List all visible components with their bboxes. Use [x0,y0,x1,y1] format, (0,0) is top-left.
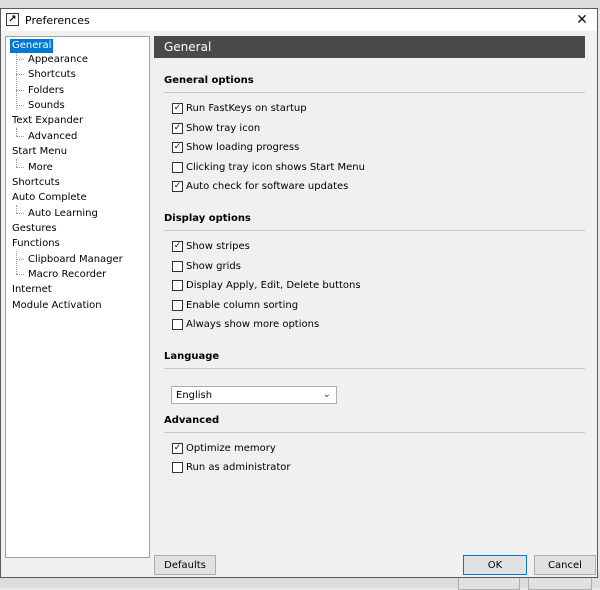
cancel-button[interactable]: Cancel [534,555,596,575]
checkbox[interactable] [172,461,183,473]
tree-item-advanced[interactable]: Advanced [26,130,79,144]
preferences-dialog: ↗ Preferences ✕ General Appearance Short… [0,8,598,578]
option-label: Display Apply, Edit, Delete buttons [186,279,361,291]
title-bar: ↗ Preferences ✕ [1,9,597,31]
tree-connector [16,251,17,274]
option-enable-column-sorting[interactable]: Enable column sorting [172,298,298,312]
section-title-display-options: Display options [164,213,251,224]
section-title-advanced: Advanced [164,415,220,426]
option-label: Show tray icon [186,122,261,134]
chevron-down-icon: ⌄ [322,389,331,400]
checkbox[interactable]: ✓ [172,122,183,134]
app-arrow-icon: ↗ [6,13,19,26]
option-show-stripes[interactable]: ✓ Show stripes [172,239,250,253]
tree-item-module-activation[interactable]: Module Activation [10,299,104,313]
section-divider [164,432,585,433]
checkbox[interactable] [172,161,183,173]
tree-connector [16,128,17,136]
tree-item-clipboard-manager[interactable]: Clipboard Manager [26,253,125,267]
page-title: General [154,36,585,58]
option-label: Optimize memory [186,442,276,454]
option-label: Run as administrator [186,461,291,473]
tree-item-folders[interactable]: Folders [26,84,66,98]
tree-item-functions[interactable]: Functions [10,237,62,251]
tree-connector [16,159,17,167]
tree-connector [16,167,24,168]
checkbox[interactable]: ✓ [172,102,183,114]
option-tray-click-start-menu[interactable]: Clicking tray icon shows Start Menu [172,160,365,174]
option-label: Show loading progress [186,141,300,153]
option-show-tray-icon[interactable]: ✓ Show tray icon [172,121,260,135]
tree-connector [16,59,24,60]
window-title: Preferences [25,14,90,27]
option-label: Clicking tray icon shows Start Menu [186,161,365,173]
tree-connector [16,74,24,75]
tree-item-text-expander[interactable]: Text Expander [10,114,85,128]
section-divider [164,92,585,93]
option-optimize-memory[interactable]: ✓ Optimize memory [172,441,276,455]
option-label: Auto check for software updates [186,180,349,192]
tree-connector [16,205,17,213]
checkbox[interactable] [172,260,183,272]
option-label: Run FastKeys on startup [186,102,307,114]
tree-item-shortcuts-root[interactable]: Shortcuts [10,176,62,190]
tree-connector [16,105,24,106]
tree-item-start-menu[interactable]: Start Menu [10,145,69,159]
option-display-apply-edit-delete[interactable]: Display Apply, Edit, Delete buttons [172,278,361,292]
ok-button[interactable]: OK [463,555,527,575]
checkbox[interactable] [172,318,183,330]
close-button[interactable]: ✕ [567,9,597,31]
tree-connector [16,90,24,91]
tree-connector [16,136,24,137]
tree-item-appearance[interactable]: Appearance [26,53,90,67]
option-always-show-more[interactable]: Always show more options [172,317,319,331]
section-divider [164,230,585,231]
checkbox[interactable] [172,279,183,291]
tree-item-sounds[interactable]: Sounds [26,99,67,113]
option-run-on-startup[interactable]: ✓ Run FastKeys on startup [172,101,307,115]
checkbox[interactable]: ✓ [172,442,183,454]
option-auto-check-updates[interactable]: ✓ Auto check for software updates [172,179,348,193]
checkbox[interactable]: ✓ [172,141,183,153]
close-icon: ✕ [576,12,588,28]
option-label: Show grids [186,260,241,272]
tree-item-auto-learning[interactable]: Auto Learning [26,207,100,221]
tree-connector [16,259,24,260]
tree-connector [16,274,24,275]
option-label: Enable column sorting [186,299,299,311]
defaults-button[interactable]: Defaults [154,555,216,575]
tree-item-shortcuts[interactable]: Shortcuts [26,68,78,82]
tree-item-gestures[interactable]: Gestures [10,222,59,236]
option-show-grids[interactable]: Show grids [172,259,241,273]
preferences-tree[interactable]: General Appearance Shortcuts Folders Sou… [5,36,150,558]
section-divider [164,368,585,369]
tree-connector [16,213,24,214]
tree-item-auto-complete[interactable]: Auto Complete [10,191,89,205]
checkbox[interactable]: ✓ [172,240,183,252]
section-title-language: Language [164,351,220,362]
option-run-as-admin[interactable]: Run as administrator [172,460,291,474]
tree-item-macro-recorder[interactable]: Macro Recorder [26,268,108,282]
language-select-value: English [176,389,213,401]
tree-item-general[interactable]: General [10,39,54,53]
option-show-loading-progress[interactable]: ✓ Show loading progress [172,140,299,154]
option-label: Show stripes [186,240,250,252]
checkbox[interactable] [172,299,183,311]
language-select[interactable]: English ⌄ [171,386,337,404]
section-title-general-options: General options [164,75,254,86]
tree-item-more[interactable]: More [26,161,55,175]
tree-item-internet[interactable]: Internet [10,283,54,297]
checkbox[interactable]: ✓ [172,180,183,192]
option-label: Always show more options [186,318,320,330]
